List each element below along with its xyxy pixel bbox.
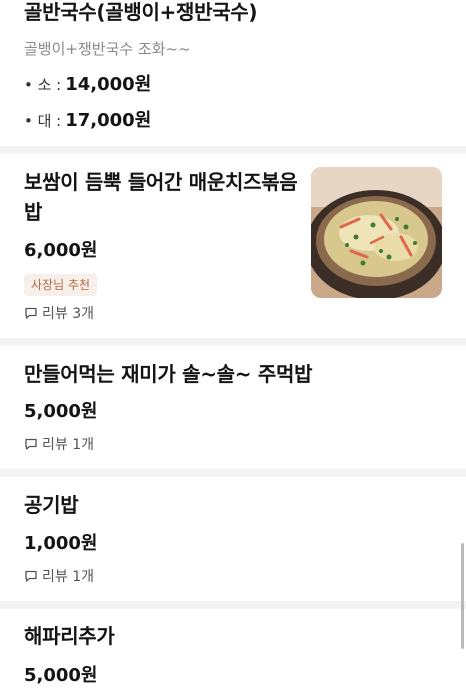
- option-price: 14,000원: [65, 74, 152, 95]
- price-option-small: • 소 : 14,000원: [24, 70, 151, 96]
- menu-page: 골반국수(골뱅이+쟁반국수) 골뱅이+쟁반국수 조화~~ • 소 : 14,00…: [0, 0, 466, 694]
- menu-item-title: 골반국수(골뱅이+쟁반국수): [24, 0, 258, 24]
- review-count-label: 리뷰 3개: [42, 306, 94, 322]
- vertical-scrollbar[interactable]: [461, 543, 464, 649]
- review-count-label: 리뷰 1개: [42, 437, 94, 453]
- speech-bubble-icon: [25, 438, 37, 450]
- menu-item-title-line1: 보쌈이 듬뿍 들어간 매운치즈볶음: [24, 170, 298, 194]
- menu-item-title: 공기밥: [24, 493, 79, 517]
- review-count-label: 리뷰 1개: [42, 569, 94, 585]
- section-divider: [0, 469, 466, 477]
- review-count: 리뷰 1개: [24, 566, 94, 586]
- section-divider: [0, 146, 466, 154]
- review-count: 리뷰 1개: [24, 434, 94, 454]
- food-photo[interactable]: [311, 167, 442, 298]
- menu-item-price: 1,000원: [24, 533, 98, 554]
- menu-item-price: 5,000원: [24, 665, 98, 686]
- price-option-large: • 대 : 17,000원: [24, 106, 151, 132]
- speech-bubble-icon: [25, 570, 37, 582]
- menu-item-price: 5,000원: [24, 401, 98, 422]
- review-count: 리뷰 3개: [24, 303, 94, 323]
- speech-bubble-icon: [25, 307, 37, 319]
- section-divider: [0, 338, 466, 346]
- owner-recommend-badge: 사장님 추천: [24, 274, 98, 296]
- menu-item-description: 골뱅이+쟁반국수 조화~~: [24, 40, 191, 58]
- section-divider: [0, 601, 466, 609]
- food-photo-image: [311, 167, 442, 298]
- menu-item-title: 해파리추가: [24, 624, 115, 648]
- badge-label: 사장님 추천: [24, 274, 98, 296]
- option-name: • 대 :: [24, 112, 62, 130]
- option-price: 17,000원: [65, 110, 152, 131]
- option-name: • 소 :: [24, 76, 62, 94]
- menu-item-title: 만들어먹는 재미가 솔~솔~ 주먹밥: [24, 362, 313, 386]
- menu-item-title-line2: 밥: [24, 200, 43, 224]
- menu-item-price: 6,000원: [24, 240, 98, 261]
